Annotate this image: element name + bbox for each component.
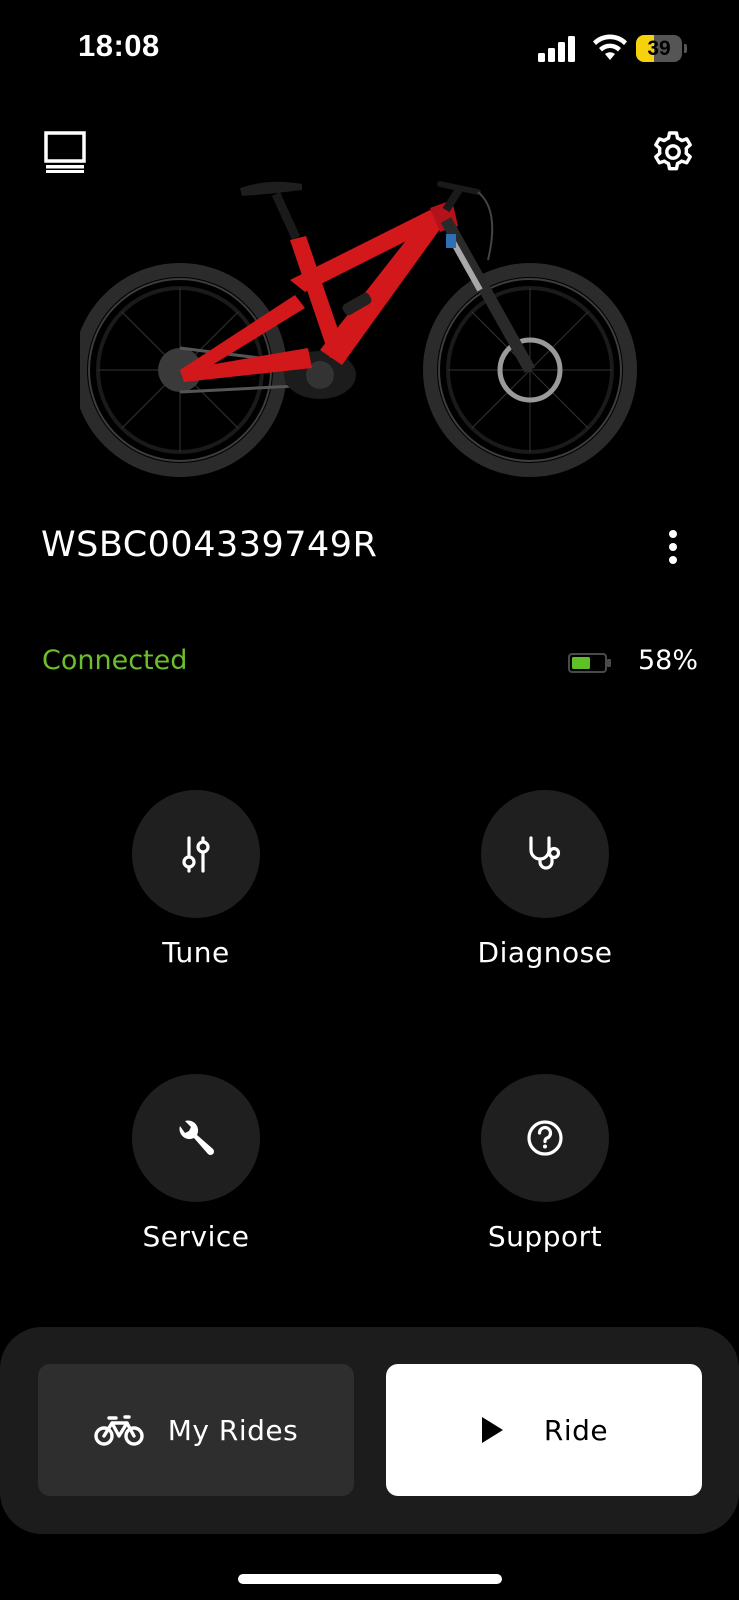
wrench-icon (179, 1120, 215, 1156)
bike-name: WSBC004339749R (41, 525, 378, 565)
diagnose-action[interactable]: Diagnose (425, 790, 665, 1030)
bike-battery-percent: 58% (638, 645, 699, 676)
garage-icon[interactable] (44, 131, 86, 173)
battery-level: 39 (647, 37, 671, 60)
ride-button[interactable]: Ride (386, 1364, 702, 1496)
my-rides-label: My Rides (167, 1413, 299, 1447)
support-action[interactable]: Support (425, 1074, 665, 1314)
sliders-icon (182, 836, 210, 873)
play-icon (481, 1417, 503, 1443)
home-indicator[interactable] (238, 1574, 502, 1584)
stethoscope-icon (529, 836, 561, 870)
diagnose-button[interactable] (481, 790, 609, 918)
bike-battery-icon (568, 653, 611, 673)
help-circle-icon (527, 1120, 563, 1156)
more-vertical-icon[interactable] (658, 528, 688, 568)
signal-icon (538, 36, 575, 62)
status-time: 18:08 (78, 28, 160, 63)
service-label: Service (142, 1220, 250, 1253)
connection-status: Connected (42, 645, 188, 676)
tune-action[interactable]: Tune (76, 790, 316, 1030)
wifi-icon (593, 34, 627, 60)
ride-label: Ride (543, 1413, 609, 1447)
support-button[interactable] (481, 1074, 609, 1202)
my-rides-button[interactable]: My Rides (38, 1364, 354, 1496)
tune-button[interactable] (132, 790, 260, 918)
bicycle-icon (94, 1415, 144, 1446)
tune-label: Tune (162, 936, 230, 969)
service-button[interactable] (132, 1074, 260, 1202)
gear-icon[interactable] (652, 131, 694, 173)
bike-image (80, 181, 637, 477)
service-action[interactable]: Service (76, 1074, 316, 1314)
support-label: Support (487, 1220, 603, 1253)
battery-icon: 39 (636, 35, 688, 62)
diagnose-label: Diagnose (477, 936, 613, 969)
